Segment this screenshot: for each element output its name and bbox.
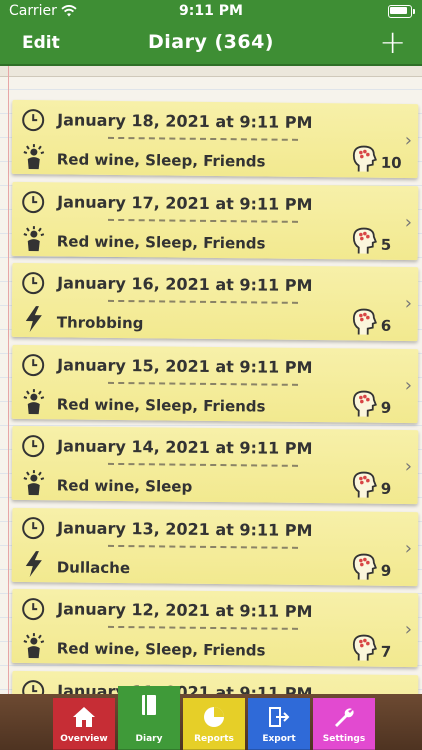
- severity-value: 9: [380, 479, 392, 498]
- diary-entry[interactable]: January 17, 2021 at 9:11 PM Red wine, Sle…: [11, 181, 419, 260]
- nav-bar: Carrier 9:11 PM Edit Diary (364) +: [0, 0, 422, 66]
- clock-icon: [21, 352, 45, 376]
- home-icon: [53, 704, 115, 730]
- headache-head-icon: [351, 469, 379, 499]
- entry-triggers: Red wine, Sleep: [56, 476, 193, 496]
- headache-head-icon: [351, 143, 379, 173]
- severity-value: 10: [380, 153, 402, 172]
- status-time: 9:11 PM: [179, 3, 243, 19]
- severity-value: 9: [380, 398, 392, 417]
- dashed-divider: [107, 299, 299, 304]
- add-entry-button[interactable]: +: [379, 22, 406, 62]
- chevron-right-icon: ›: [404, 292, 413, 315]
- headache-head-icon: [351, 306, 379, 336]
- headache-head-icon: [351, 225, 379, 255]
- dashed-divider: [107, 218, 299, 223]
- export-icon: [248, 704, 310, 730]
- headache-head-icon: [351, 632, 379, 662]
- clock-icon: [21, 434, 45, 458]
- diary-entry[interactable]: January 13, 2021 at 9:11 PM Dullache 9 ›: [11, 507, 419, 586]
- chevron-right-icon: ›: [404, 455, 413, 478]
- clock-icon: [21, 678, 45, 694]
- chevron-right-icon: ›: [404, 129, 413, 152]
- chevron-right-icon: ›: [404, 211, 413, 233]
- dashed-divider: [107, 462, 299, 467]
- person-icon: [21, 468, 47, 496]
- severity-value: 7: [380, 642, 392, 661]
- entry-triggers: Red wine, Sleep, Friends: [56, 639, 266, 660]
- tab-label: Overview: [60, 734, 108, 744]
- margin-line: [8, 66, 9, 694]
- entry-date: January 14, 2021 at 9:11 PM: [57, 436, 313, 459]
- wrench-icon: [313, 704, 375, 730]
- entry-date: January 16, 2021 at 9:11 PM: [57, 273, 313, 296]
- clock-icon: [21, 189, 45, 213]
- diary-entry[interactable]: January 14, 2021 at 9:11 PM Red wine, Sle…: [11, 425, 419, 505]
- dashed-divider: [107, 625, 299, 630]
- dashed-divider: [107, 136, 299, 141]
- torn-edge: [0, 66, 422, 77]
- piechart-icon: [183, 704, 245, 730]
- clock-icon: [21, 271, 45, 295]
- dashed-divider: [107, 381, 299, 386]
- status-bar: Carrier 9:11 PM: [0, 0, 422, 22]
- entry-triggers: Throbbing: [56, 313, 144, 333]
- entry-triggers: Red wine, Sleep, Friends: [56, 394, 266, 416]
- page-title: Diary (364): [147, 31, 274, 53]
- entry-date: January 15, 2021 at 9:11 PM: [57, 354, 313, 377]
- dashed-divider: [107, 544, 299, 549]
- severity-value: 6: [380, 316, 392, 335]
- notebook-paper: January 18, 2021 at 9:11 PM Red wine, Sle…: [0, 66, 422, 694]
- lightning-icon: [21, 549, 47, 577]
- tab-reports[interactable]: Reports: [183, 698, 245, 750]
- tab-label: Settings: [322, 734, 366, 744]
- severity-value: 9: [380, 561, 392, 580]
- entry-triggers: Dullache: [56, 557, 131, 577]
- tab-overview[interactable]: Overview: [53, 698, 115, 750]
- entry-triggers: Red wine, Sleep, Friends: [56, 150, 266, 171]
- entry-date: January 12, 2021 at 9:11 PM: [57, 599, 313, 622]
- diary-entry[interactable]: January 18, 2021 at 9:11 PM Red wine, Sle…: [11, 99, 419, 179]
- entry-triggers: Red wine, Sleep, Friends: [56, 231, 266, 253]
- tab-export[interactable]: Export: [248, 698, 310, 750]
- entry-date: January 17, 2021 at 9:11 PM: [57, 191, 313, 214]
- tab-label: Export: [262, 734, 296, 744]
- headache-head-icon: [351, 551, 379, 581]
- severity-value: 5: [380, 235, 392, 254]
- headache-head-icon: [351, 388, 379, 418]
- diary-entry[interactable]: January 12, 2021 at 9:11 PM Red wine, Sle…: [11, 588, 419, 668]
- diary-entry[interactable]: January 16, 2021 at 9:11 PM Throbbing 6 ›: [11, 262, 419, 342]
- diary-icon: [118, 692, 180, 718]
- chevron-right-icon: ›: [404, 537, 413, 559]
- diary-list: January 18, 2021 at 9:11 PM Red wine, Sle…: [11, 99, 419, 694]
- entry-date: January 13, 2021 at 9:11 PM: [57, 517, 313, 540]
- clock-icon: [21, 108, 45, 132]
- tab-settings[interactable]: Settings: [313, 698, 375, 750]
- person-icon: [21, 223, 47, 251]
- tab-label: Diary: [135, 734, 163, 744]
- tab-bar: Overview Diary Reports Export Settings: [53, 686, 377, 750]
- battery-icon: [388, 5, 415, 18]
- chevron-right-icon: ›: [404, 618, 413, 641]
- entry-date: January 18, 2021 at 9:11 PM: [57, 110, 313, 133]
- diary-entry[interactable]: January 15, 2021 at 9:11 PM Red wine, Sle…: [11, 344, 419, 423]
- chevron-right-icon: ›: [404, 374, 413, 396]
- lightning-icon: [21, 305, 47, 333]
- clock-icon: [21, 597, 45, 621]
- person-icon: [21, 142, 47, 170]
- tab-label: Reports: [194, 734, 234, 744]
- clock-icon: [21, 515, 45, 539]
- person-icon: [21, 386, 47, 414]
- tab-diary[interactable]: Diary: [118, 686, 180, 750]
- person-icon: [21, 631, 47, 659]
